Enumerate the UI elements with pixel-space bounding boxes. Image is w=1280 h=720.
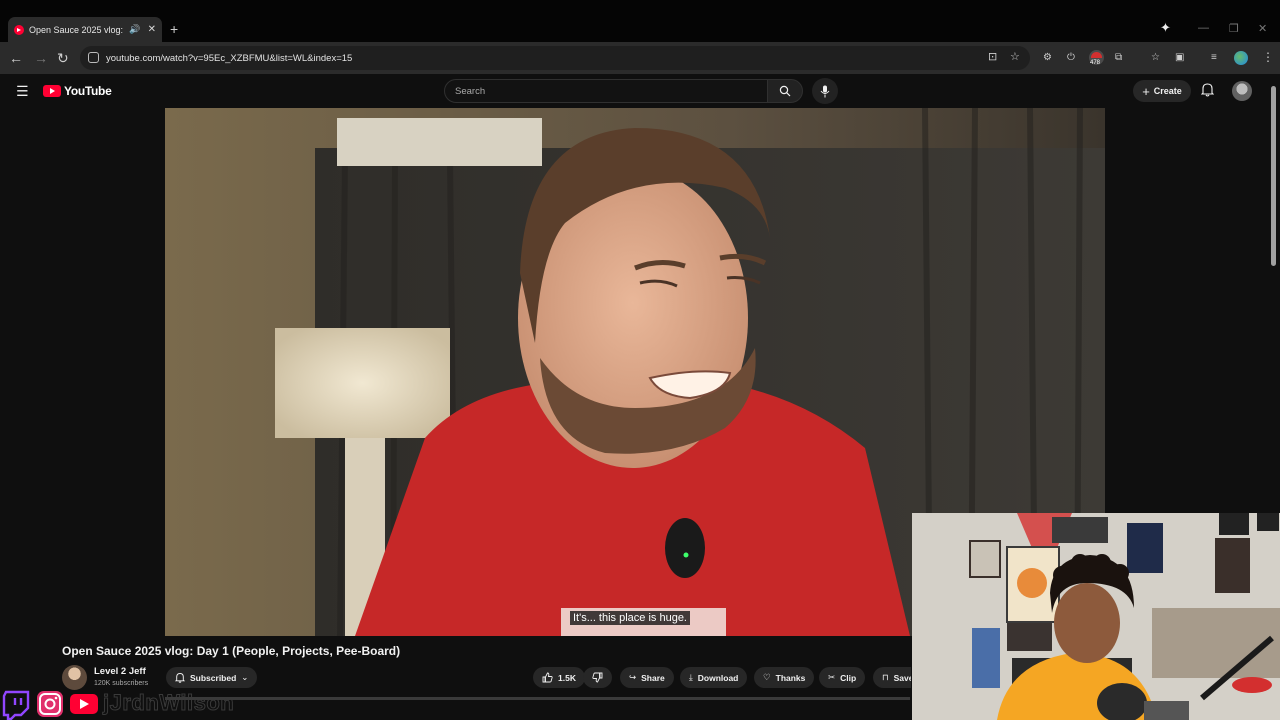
search-placeholder: Search [455, 85, 486, 97]
search-icon [779, 85, 791, 97]
youtube-logo[interactable]: YouTube [43, 84, 112, 98]
puzzle-icon[interactable]: ⧉ [1115, 52, 1122, 63]
tab-title: Open Sauce 2025 vlog: Day [28, 24, 124, 35]
clip-button[interactable]: ✂ Clip [819, 667, 866, 688]
channel-avatar[interactable] [62, 665, 87, 690]
notifications-bell-icon[interactable] [1201, 82, 1214, 97]
download-label: Download [697, 672, 739, 683]
thumbs-down-icon [592, 672, 603, 683]
scissors-icon: ✂ [828, 672, 836, 682]
reload-icon[interactable]: ↻ [57, 50, 69, 67]
screen: Open Sauce 2025 vlog: Day 🔊 ✕ + ✦ — ❐ ✕ … [0, 0, 1280, 720]
url-text: youtube.com/watch?v=95Ec_XZBFMU&list=WL&… [106, 52, 353, 64]
page-scrollbar[interactable] [1271, 86, 1276, 266]
search-input[interactable]: Search [444, 79, 768, 103]
download-icon: ⤓ [689, 672, 693, 682]
youtube-social-icon [70, 694, 98, 714]
create-button[interactable]: + Create [1133, 80, 1191, 102]
youtube-play-icon [43, 85, 61, 97]
account-avatar[interactable] [1232, 81, 1252, 101]
video-subtitle: It's... this place is huge. [570, 611, 690, 625]
minimize-icon[interactable]: — [1198, 22, 1209, 34]
bookmark-star-icon[interactable]: ☆ [1010, 50, 1020, 63]
channel-name[interactable]: Level 2 Jeff [94, 666, 146, 677]
webcam-image [912, 513, 1280, 720]
search-button[interactable] [767, 79, 803, 103]
thanks-label: Thanks [775, 672, 806, 683]
site-settings-icon[interactable] [88, 52, 99, 63]
install-app-icon[interactable]: ⊡ [988, 50, 997, 63]
share-button[interactable]: ↪ Share [620, 667, 674, 688]
page-progress-track [165, 697, 910, 700]
power-icon[interactable]: ⏻ [1067, 52, 1075, 63]
channel-subscriber-count: 120K subscribers [94, 680, 149, 687]
youtube-logo-text: YouTube [64, 84, 112, 98]
bell-icon [175, 672, 185, 683]
save-label: Save [893, 672, 911, 683]
extension-icon[interactable]: ⚙ [1043, 52, 1052, 63]
heart-dollar-icon: ♡ [763, 672, 771, 682]
back-arrow-icon[interactable]: ← [9, 50, 23, 66]
save-button[interactable]: ⊓ Save [873, 667, 911, 688]
window-close-icon[interactable]: ✕ [1258, 22, 1267, 35]
address-bar[interactable]: youtube.com/watch?v=95Ec_XZBFMU&list=WL&… [80, 46, 1030, 70]
streamer-webcam [912, 513, 1280, 720]
new-tab-icon[interactable]: + [170, 21, 178, 37]
share-arrow-icon: ↪ [629, 672, 637, 682]
twitch-icon [2, 690, 30, 720]
restore-icon[interactable]: ❐ [1229, 22, 1239, 35]
like-count: 1.5K [558, 672, 576, 683]
plus-icon: + [1142, 83, 1150, 99]
sparkle-icon[interactable]: ✦ [1160, 20, 1171, 36]
streamer-handle: jJrdnWilson [102, 690, 235, 716]
split-screen-icon[interactable]: ▣ [1175, 52, 1184, 63]
dislike-button[interactable] [583, 667, 612, 688]
browser-tab-active[interactable]: Open Sauce 2025 vlog: Day 🔊 ✕ [8, 17, 162, 42]
speaker-icon[interactable]: 🔊 [129, 24, 140, 35]
more-menu-icon[interactable]: ⋮ [1262, 50, 1274, 64]
bookmark-icon: ⊓ [882, 672, 889, 682]
browser-tabstrip: Open Sauce 2025 vlog: Day 🔊 ✕ + ✦ — ❐ ✕ [0, 0, 1280, 42]
profile-avatar[interactable] [1234, 51, 1248, 65]
close-icon[interactable]: ✕ [148, 24, 156, 35]
hamburger-menu-icon[interactable]: ☰ [16, 84, 29, 98]
youtube-header: ☰ YouTube Search + Create [0, 74, 1280, 108]
forward-arrow-icon[interactable]: → [34, 50, 48, 66]
video-title: Open Sauce 2025 vlog: Day 1 (People, Pro… [62, 644, 401, 658]
clip-label: Clip [840, 672, 857, 683]
thanks-button[interactable]: ♡ Thanks [754, 667, 815, 688]
subscribed-button[interactable]: Subscribed ⌄ [166, 667, 258, 688]
instagram-icon [37, 691, 63, 717]
extension-badge-count: 478 [1090, 60, 1101, 66]
youtube-favicon-icon [14, 24, 24, 35]
microphone-icon [820, 85, 830, 97]
favorites-icon[interactable]: ☆ [1151, 52, 1160, 63]
browser-toolbar: ← → ↻ youtube.com/watch?v=95Ec_XZBFMU&li… [0, 42, 1280, 74]
subscribed-label: Subscribed [190, 672, 237, 683]
chevron-down-icon: ⌄ [241, 672, 249, 682]
create-label: Create [1153, 86, 1182, 96]
voice-search-button[interactable] [812, 78, 838, 104]
like-button[interactable]: 1.5K [533, 667, 585, 688]
reading-list-icon[interactable]: ≡ [1211, 52, 1217, 63]
download-button[interactable]: ⤓ Download [680, 667, 748, 688]
share-label: Share [641, 672, 665, 683]
thumbs-up-icon [542, 672, 553, 683]
